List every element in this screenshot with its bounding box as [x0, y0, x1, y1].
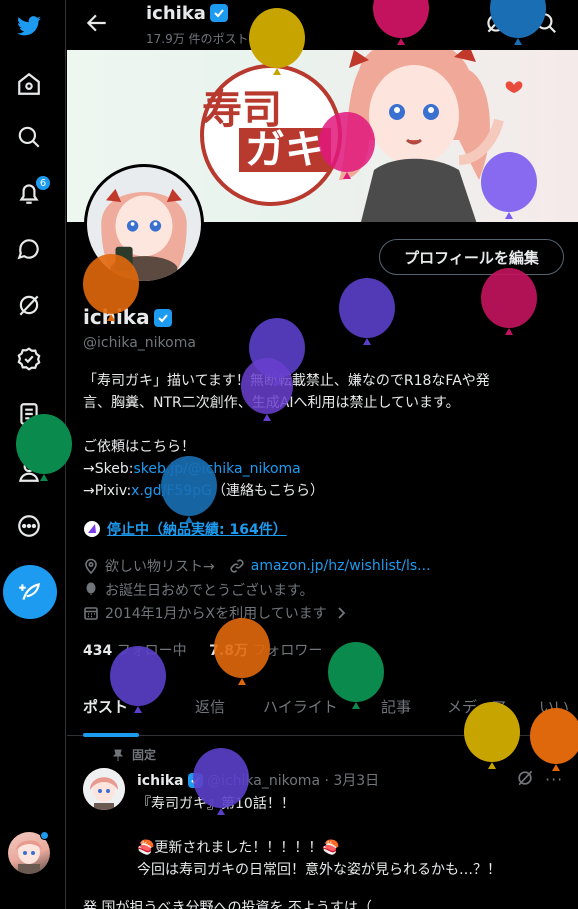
calendar-icon: [84, 607, 98, 620]
tab-highlights[interactable]: ハイライト: [263, 696, 338, 717]
pin-icon: [112, 749, 124, 761]
verified-badge-icon: [209, 4, 228, 22]
notifications-icon[interactable]: 6: [8, 172, 51, 214]
compose-post-button[interactable]: [3, 565, 57, 619]
profile-tabs: ポスト 返信 ハイライト 記事 メディア いい: [67, 688, 578, 737]
post-line: 🍣更新されました！！！！！🍣: [137, 840, 340, 856]
pixiv-suffix: （連絡もこちら）: [212, 483, 324, 499]
profile-header-bar: ichika 17.9万 件のポスト: [67, 0, 578, 48]
app-root: 6 ichika 17.9万 件のポスト 寿司 ガキ プロフィールを編集 ich…: [0, 0, 578, 909]
subscription-text: 停止中（納品実績: 164件）: [107, 522, 287, 538]
following-label: フォロー中: [116, 643, 187, 659]
post-text: 『寿司ガキ』第10話！！ 🍣更新されました！！！！！🍣 今回は寿司ガキの日常回！…: [137, 793, 567, 881]
bio-line: 「寿司ガキ」描いてます！無断転載禁止、嫌なのでR18なFAや発: [83, 373, 490, 389]
grok-icon[interactable]: [483, 10, 509, 36]
active-tab-indicator: [83, 733, 139, 737]
profile-column: ichika 17.9万 件のポスト 寿司 ガキ プロフィールを編集 ichik…: [67, 0, 578, 909]
birthday-row: お誕生日おめでとうございます。: [83, 580, 314, 600]
wishlist-label: 欲しい物リスト→: [105, 559, 215, 575]
chevron-right-icon: [338, 607, 345, 619]
display-name-text: ichika: [83, 305, 150, 329]
lists-icon[interactable]: [8, 393, 50, 435]
pixiv-prefix: →Pixiv:: [83, 483, 132, 499]
pinned-label: 固定: [132, 748, 157, 762]
post-more-icon[interactable]: ···: [545, 770, 563, 789]
online-indicator-dot: [40, 831, 49, 840]
post-author-name[interactable]: ichika: [137, 773, 184, 789]
followers-label: フォロワー: [252, 643, 323, 659]
explore-icon[interactable]: [8, 116, 50, 158]
bio-line: 言、胸糞、NTR二次創作、生成AIへ利用は禁止しています。: [83, 395, 460, 411]
post-line: 『寿司ガキ』第10話！！: [137, 796, 295, 812]
tab-likes[interactable]: いい: [539, 696, 569, 717]
search-icon[interactable]: [533, 10, 559, 36]
header-profile-name: ichika: [146, 3, 228, 24]
grok-icon[interactable]: [515, 768, 535, 788]
joined-text: 2014年1月からXを利用しています: [105, 606, 327, 622]
x-logo-icon[interactable]: [8, 5, 50, 47]
profile-icon[interactable]: [8, 450, 50, 492]
post-handle-date[interactable]: @ichika_nikoma · 3月3日: [207, 773, 379, 789]
following-link[interactable]: 434 フォロー中: [83, 643, 187, 659]
followers-count: 7.8万: [209, 643, 248, 659]
back-arrow-icon[interactable]: [84, 10, 110, 36]
edit-profile-button[interactable]: プロフィールを編集: [379, 239, 564, 275]
verified-badge-icon[interactable]: [153, 309, 172, 327]
bio-pixiv-line: →Pixiv:x.gd/F59pG（連絡もこちら）: [83, 480, 567, 502]
bio-skeb-line: →Skeb:skeb.jp/@ichika_nikoma: [83, 458, 567, 480]
tab-media[interactable]: メディア: [447, 696, 506, 717]
bio-line: [83, 414, 567, 436]
more-icon[interactable]: [8, 505, 50, 547]
post-count: 17.9万 件のポスト: [146, 32, 249, 46]
display-name: ichika: [83, 305, 172, 329]
banner-character-illustration: [339, 50, 523, 222]
side-nav: 6: [0, 0, 66, 909]
subscription-status-link[interactable]: 停止中（納品実績: 164件）: [83, 519, 287, 539]
skeb-link[interactable]: skeb.jp/@ichika_nikoma: [133, 461, 300, 477]
verified-orgs-icon[interactable]: [8, 338, 50, 380]
user-handle: @ichika_nikoma: [83, 335, 196, 351]
follow-stats: 434 フォロー中 7.8万 フォロワー: [83, 640, 322, 660]
pixiv-link[interactable]: x.gd/F59pG: [131, 483, 212, 499]
balloon-icon: [86, 582, 96, 595]
skeb-prefix: →Skeb:: [83, 461, 134, 477]
tab-replies[interactable]: 返信: [195, 696, 225, 717]
link-icon: [230, 559, 244, 573]
post-line: 今回は寿司ガキの日常回！意外な姿が見られるかも…？！: [137, 862, 501, 878]
messages-icon[interactable]: [8, 228, 50, 270]
post-header: ichika @ichika_nikoma · 3月3日: [137, 770, 379, 790]
joined-row[interactable]: 2014年1月からXを利用しています: [83, 603, 349, 623]
post-author-avatar[interactable]: [83, 768, 125, 810]
wishlist-row: 欲しい物リスト→ amazon.jp/hz/wishlist/ls...: [83, 556, 431, 576]
grok-icon[interactable]: [8, 284, 50, 326]
next-post-partial-text: 発 国が担うべき分野への投資を 丕ようすは（: [83, 900, 372, 909]
banner-logo-text-2: ガキ: [239, 128, 331, 172]
subscription-icon: [84, 521, 100, 537]
profile-avatar[interactable]: [84, 164, 204, 284]
home-icon[interactable]: [8, 63, 50, 105]
location-pin-icon: [85, 558, 97, 574]
profile-bio: 「寿司ガキ」描いてます！無断転載禁止、嫌なのでR18なFAや発 言、胸糞、NTR…: [83, 370, 567, 502]
pinned-indicator: 固定: [112, 746, 156, 763]
header-name-text: ichika: [146, 3, 206, 24]
birthday-text: お誕生日おめでとうございます。: [105, 583, 314, 599]
following-count: 434: [83, 643, 113, 659]
followers-link[interactable]: 7.8万 フォロワー: [209, 643, 322, 659]
post-line: [137, 815, 567, 837]
bio-line: ご依頼はこちら！: [83, 439, 195, 455]
tab-posts[interactable]: ポスト: [83, 696, 128, 717]
notification-badge: 6: [35, 175, 51, 191]
verified-badge-icon: [187, 773, 203, 788]
wishlist-link[interactable]: amazon.jp/hz/wishlist/ls...: [251, 558, 431, 574]
tab-articles[interactable]: 記事: [381, 696, 411, 717]
